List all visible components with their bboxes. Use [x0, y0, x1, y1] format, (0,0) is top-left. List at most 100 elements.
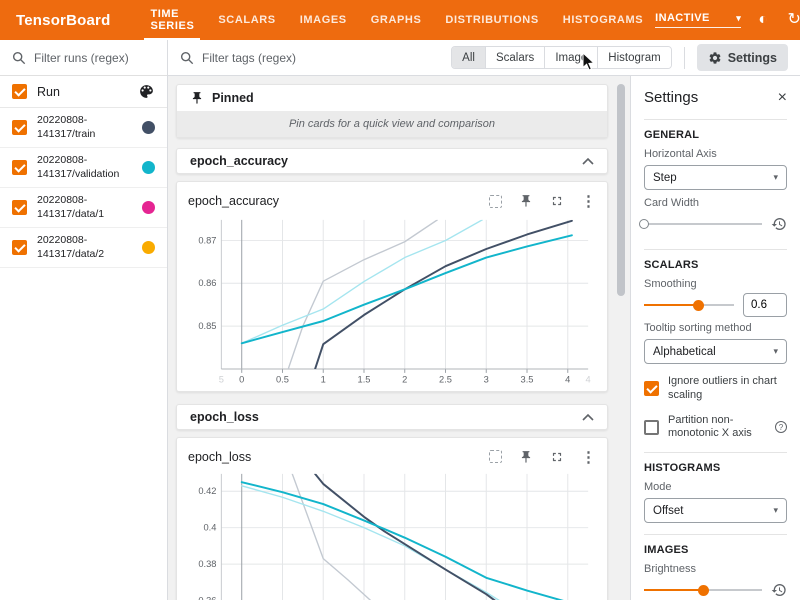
- close-icon[interactable]: ×: [778, 90, 787, 106]
- card-width-slider[interactable]: [644, 217, 762, 231]
- section-epoch-accuracy[interactable]: epoch_accuracy: [176, 148, 608, 174]
- settings-panel: Settings × GENERAL Horizontal Axis Step …: [630, 76, 800, 600]
- brightness-slider[interactable]: [644, 583, 762, 597]
- run-name: 20220808-141317/data/2: [37, 234, 142, 261]
- tab-time-series[interactable]: TIME SERIES: [138, 0, 206, 40]
- histogram-mode-label: Mode: [644, 481, 787, 493]
- svg-text:4: 4: [586, 375, 591, 385]
- histogram-mode-select[interactable]: Offset ▾: [644, 498, 787, 523]
- settings-scalars-section: SCALARS Smoothing Tooltip sorting method…: [644, 249, 787, 452]
- tooltip-sorting-select[interactable]: Alphabetical ▾: [644, 339, 787, 364]
- svg-text:4: 4: [565, 375, 570, 385]
- run-row: 20220808-141317/validation: [0, 148, 167, 188]
- reload-status-select[interactable]: INACTIVE ▾: [655, 12, 741, 28]
- tab-graphs[interactable]: GRAPHS: [359, 0, 434, 40]
- ignore-outliers-checkbox[interactable]: [644, 381, 659, 396]
- smoothing-value-input[interactable]: [743, 293, 787, 317]
- section-epoch-loss[interactable]: epoch_loss: [176, 404, 608, 430]
- run-checkbox[interactable]: [12, 120, 27, 135]
- run-list: 20220808-141317/train20220808-141317/val…: [0, 108, 167, 268]
- svg-text:5: 5: [219, 375, 224, 385]
- svg-text:2.5: 2.5: [439, 375, 452, 385]
- svg-text:0.36: 0.36: [198, 595, 216, 600]
- tag-filter-input[interactable]: [202, 51, 382, 65]
- epoch-accuracy-chart[interactable]: 0.850.860.8700.511.522.533.5454: [188, 214, 596, 387]
- run-checkbox[interactable]: [12, 240, 27, 255]
- fullscreen-icon[interactable]: [550, 194, 564, 208]
- svg-text:2: 2: [402, 375, 407, 385]
- general-heading: GENERAL: [644, 129, 787, 141]
- chip-scalars[interactable]: Scalars: [485, 47, 544, 68]
- tab-histograms[interactable]: HISTOGRAMS: [551, 0, 655, 40]
- pinned-hint: Pin cards for a quick view and compariso…: [177, 111, 607, 137]
- smoothing-slider[interactable]: [644, 298, 734, 312]
- collapse-icon[interactable]: [582, 157, 594, 165]
- run-color-dot: [142, 201, 155, 214]
- pin-icon[interactable]: [519, 450, 533, 464]
- card-width-label: Card Width: [644, 197, 787, 209]
- chip-image[interactable]: Image: [544, 47, 597, 68]
- images-heading: IMAGES: [644, 544, 787, 556]
- more-options-icon[interactable]: ⋮: [581, 192, 596, 210]
- horizontal-axis-label: Horizontal Axis: [644, 148, 787, 160]
- pin-icon[interactable]: [519, 194, 533, 208]
- cards-area: Pinned Pin cards for a quick view and co…: [168, 76, 630, 600]
- fit-domain-icon[interactable]: [489, 450, 502, 463]
- pinned-header: Pinned: [177, 85, 607, 111]
- run-checkbox[interactable]: [12, 160, 27, 175]
- svg-text:3.5: 3.5: [521, 375, 534, 385]
- toolbar-divider: [684, 47, 685, 69]
- histogram-mode-value: Offset: [653, 505, 683, 517]
- navbar-tabs: TIME SERIESSCALARSIMAGESGRAPHSDISTRIBUTI…: [138, 0, 655, 40]
- run-color-dot: [142, 161, 155, 174]
- settings-button[interactable]: Settings: [697, 44, 788, 71]
- svg-text:0.87: 0.87: [198, 235, 216, 245]
- epoch-loss-chart[interactable]: 0.360.380.40.42: [188, 470, 596, 600]
- navbar: TensorBoard TIME SERIESSCALARSIMAGESGRAP…: [0, 0, 800, 40]
- run-checkbox[interactable]: [12, 200, 27, 215]
- caret-down-icon: ▾: [773, 346, 778, 357]
- horizontal-axis-select[interactable]: Step ▾: [644, 165, 787, 190]
- settings-general-section: GENERAL Horizontal Axis Step ▾ Card Widt…: [644, 119, 787, 249]
- settings-images-section: IMAGES Brightness Contrast Show actual i…: [644, 534, 787, 600]
- search-icon: [180, 51, 194, 65]
- tooltip-sorting-label: Tooltip sorting method: [644, 322, 787, 334]
- caret-down-icon: ▾: [773, 172, 778, 183]
- more-options-icon[interactable]: ⋮: [581, 448, 596, 466]
- status-label: INACTIVE: [655, 12, 710, 24]
- epoch-accuracy-card: epoch_accuracy ⋮ 0.850.860.8700.511.522.…: [176, 181, 608, 392]
- reset-icon[interactable]: [771, 582, 787, 598]
- run-color-dot: [142, 121, 155, 134]
- runs-header-row: Run: [0, 76, 167, 108]
- chip-all[interactable]: All: [452, 47, 485, 68]
- run-filter-row: [0, 40, 167, 76]
- reset-icon[interactable]: [771, 216, 787, 232]
- main-toolbar: AllScalarsImageHistogram Settings: [168, 40, 800, 76]
- vertical-scrollbar[interactable]: [617, 84, 625, 296]
- run-name: 20220808-141317/data/1: [37, 194, 142, 221]
- run-select-all-checkbox[interactable]: [12, 84, 27, 99]
- app-title: TensorBoard: [0, 12, 138, 29]
- svg-text:3: 3: [484, 375, 489, 385]
- collapse-icon[interactable]: [582, 413, 594, 421]
- tab-distributions[interactable]: DISTRIBUTIONS: [433, 0, 550, 40]
- pinned-card: Pinned Pin cards for a quick view and co…: [176, 84, 608, 138]
- tab-scalars[interactable]: SCALARS: [206, 0, 287, 40]
- contrast-icon[interactable]: ◐: [754, 11, 772, 29]
- runs-sidebar: Run 20220808-141317/train20220808-141317…: [0, 40, 168, 600]
- run-color-dot: [142, 241, 155, 254]
- refresh-icon[interactable]: ↻: [785, 11, 800, 29]
- partition-x-axis-checkbox[interactable]: [644, 420, 659, 435]
- fullscreen-icon[interactable]: [550, 450, 564, 464]
- help-icon[interactable]: ?: [775, 421, 787, 433]
- run-row: 20220808-141317/train: [0, 108, 167, 148]
- chart-title: epoch_accuracy: [188, 194, 279, 208]
- chip-histogram[interactable]: Histogram: [597, 47, 670, 68]
- run-filter-input[interactable]: [34, 51, 144, 65]
- tab-images[interactable]: IMAGES: [288, 0, 359, 40]
- navbar-actions: INACTIVE ▾ ◐ ↻ ?: [655, 11, 800, 29]
- horizontal-axis-value: Step: [653, 172, 677, 184]
- tag-type-filter-group: AllScalarsImageHistogram: [451, 46, 672, 69]
- palette-icon[interactable]: [138, 83, 155, 100]
- fit-domain-icon[interactable]: [489, 195, 502, 208]
